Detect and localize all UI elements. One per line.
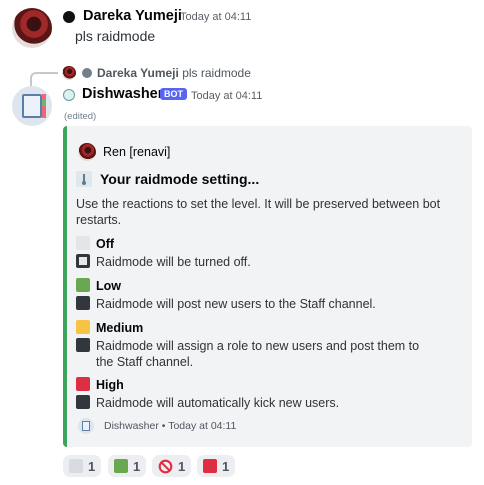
embed-author[interactable]: Ren [renavi] — [103, 145, 170, 159]
option-name-high: High — [96, 378, 124, 392]
black-square-icon — [76, 338, 90, 352]
username-dishwasher[interactable]: Dishwasher — [82, 86, 163, 102]
user-avatar[interactable] — [12, 8, 52, 48]
reply-status-dot — [82, 68, 92, 78]
no-entry-icon — [158, 459, 173, 474]
reaction-count: 1 — [222, 458, 230, 474]
reaction-count: 1 — [178, 458, 186, 474]
embed-footer: Dishwasher • Today at 04:11 — [104, 420, 236, 432]
bot-status-icon — [63, 89, 75, 101]
green-square-icon — [76, 278, 90, 292]
bot-avatar[interactable] — [12, 86, 52, 126]
username-dareka[interactable]: Dareka Yumeji — [83, 8, 182, 24]
reply-preview[interactable]: Dareka Yumeji pls raidmode — [97, 66, 251, 80]
embed-title: Your raidmode setting... — [100, 171, 260, 187]
black-square-icon — [76, 296, 90, 310]
green-square-icon — [114, 459, 128, 473]
embed-description: Use the reactions to set the level. It w… — [76, 197, 441, 227]
option-desc-low: Raidmode will post new users to the Staf… — [96, 297, 376, 311]
status-dot — [63, 11, 75, 23]
thermometer-icon — [76, 171, 92, 187]
red-square-icon — [76, 377, 90, 391]
reply-connector — [30, 72, 58, 86]
option-name-off: Off — [96, 237, 115, 251]
option-desc-off: Raidmode will be turned off. — [96, 255, 251, 269]
black-square-icon — [76, 395, 90, 409]
red-square-icon — [203, 459, 217, 473]
black-square-button-icon — [76, 254, 90, 268]
footer-time: Today at 04:11 — [168, 420, 237, 432]
reaction-count: 1 — [88, 458, 96, 474]
timestamp: Today at 04:11 — [180, 11, 252, 23]
reaction-red-square[interactable]: 1 — [197, 455, 236, 477]
option-name-low: Low — [96, 279, 121, 293]
embed-author-avatar — [78, 143, 96, 161]
option-name-medium: Medium — [96, 321, 144, 335]
footer-icon — [78, 418, 94, 434]
edited-label: (edited) — [64, 111, 97, 122]
embed: Ren [renavi] Your raidmode setting... Us… — [63, 126, 472, 447]
reply-content: pls raidmode — [182, 66, 251, 80]
footer-name: Dishwasher — [104, 420, 159, 432]
white-square-icon — [76, 236, 90, 250]
bot-tag: BOT — [160, 88, 187, 100]
option-desc-high: Raidmode will automatically kick new use… — [96, 396, 340, 410]
reaction-count: 1 — [133, 458, 141, 474]
reaction-white-square[interactable]: 1 — [63, 455, 102, 477]
footer-separator: • — [161, 420, 166, 432]
yellow-square-icon — [76, 320, 90, 334]
reply-username: Dareka Yumeji — [97, 66, 179, 80]
message-content: pls raidmode — [75, 28, 156, 44]
reaction-green-square[interactable]: 1 — [108, 455, 147, 477]
white-square-icon — [69, 459, 83, 473]
reply-avatar — [62, 66, 76, 80]
option-desc-medium: Raidmode will assign a role to new users… — [96, 339, 420, 369]
timestamp: Today at 04:11 — [191, 90, 263, 102]
reaction-no-entry[interactable]: 1 — [152, 455, 192, 477]
